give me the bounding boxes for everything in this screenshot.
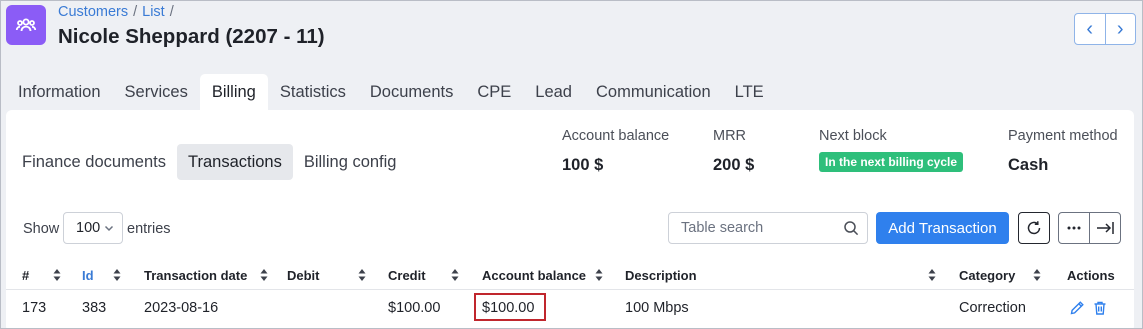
sort-icon[interactable] (928, 268, 936, 286)
export-button[interactable] (1089, 213, 1120, 243)
entries-value: 100 (76, 220, 101, 236)
col-description-header[interactable]: Description (625, 268, 697, 283)
breadcrumb-separator: / (169, 4, 174, 20)
col-id-header[interactable]: Id (82, 268, 94, 283)
tab-lte[interactable]: LTE (723, 74, 776, 110)
edit-icon[interactable] (1069, 300, 1085, 321)
window: Customers / List / Nicole Sheppard (2207 - … (0, 0, 1143, 329)
subtab-transactions[interactable]: Transactions (177, 144, 293, 180)
stat-value: Cash (1008, 156, 1049, 174)
tab-communication[interactable]: Communication (584, 74, 723, 110)
tab-documents[interactable]: Documents (358, 74, 465, 110)
cell-date: 2023-08-16 (144, 300, 219, 316)
cell-balance: $100.00 (482, 300, 535, 316)
sort-icon[interactable] (113, 268, 121, 286)
chevron-down-icon (104, 225, 114, 232)
search-input[interactable]: Table search (668, 212, 868, 244)
tab-statistics[interactable]: Statistics (268, 74, 358, 110)
stat-account-balance: Account balance 100 $ (562, 128, 669, 175)
col-actions-header: Actions (1067, 268, 1115, 283)
stat-label: Next block (819, 128, 887, 144)
col-account-balance-header[interactable]: Account balance (482, 268, 586, 283)
breadcrumb: Customers / List / (58, 4, 179, 20)
billing-panel: Finance documents Transactions Billing c… (6, 110, 1134, 328)
tab-billing[interactable]: Billing (199, 74, 268, 110)
main-tabs: Information Services Billing Statistics … (6, 74, 776, 110)
entries-select[interactable]: 100 (63, 212, 123, 244)
subtab-billing-config[interactable]: Billing config (293, 144, 408, 180)
stat-mrr: MRR 200 $ (713, 128, 754, 175)
record-navigation: ‹ › (1074, 13, 1136, 45)
sort-icon[interactable] (260, 268, 268, 286)
show-label: Show (23, 221, 60, 237)
tab-information[interactable]: Information (6, 74, 113, 110)
sort-icon[interactable] (595, 268, 603, 286)
trash-icon[interactable] (1092, 300, 1108, 321)
tab-lead[interactable]: Lead (523, 74, 584, 110)
table-header: # Id Transaction date Debit Credit Account ba… (6, 260, 1134, 290)
chevron-right-icon[interactable]: › (1104, 14, 1136, 44)
breadcrumb-separator: / (133, 4, 138, 20)
table-actions-group (1058, 212, 1121, 244)
cell-description: 100 Mbps (625, 300, 689, 316)
table-row: 173 383 2023-08-16 $100.00 $100.00 100 Mbps Co… (6, 291, 1134, 325)
more-icon (1067, 226, 1081, 230)
search-placeholder: Table search (681, 220, 764, 236)
stat-value: 100 $ (562, 156, 604, 174)
refresh-button[interactable] (1018, 212, 1050, 244)
entries-label: entries (127, 221, 171, 237)
export-icon (1097, 222, 1114, 234)
search-icon (844, 221, 859, 236)
stat-label: MRR (713, 128, 747, 144)
breadcrumb-list[interactable]: List (142, 4, 165, 20)
status-badge: In the next billing cycle (819, 152, 964, 172)
subtab-finance-documents[interactable]: Finance documents (11, 144, 177, 180)
col-category-header[interactable]: Category (959, 268, 1015, 283)
cell-category: Correction (959, 300, 1026, 316)
customers-icon (6, 5, 46, 45)
col-transaction-date-header[interactable]: Transaction date (144, 268, 247, 283)
stat-value: 200 $ (713, 156, 755, 174)
sort-icon[interactable] (1033, 268, 1041, 286)
billing-subtabs: Finance documents Transactions Billing c… (11, 144, 407, 180)
sort-icon[interactable] (53, 268, 61, 286)
page-title: Nicole Sheppard (2207 - 11) (58, 25, 325, 48)
breadcrumb-customers[interactable]: Customers (58, 4, 128, 20)
chevron-left-icon[interactable]: ‹ (1075, 14, 1105, 44)
col-number-header[interactable]: # (22, 268, 29, 283)
add-transaction-button[interactable]: Add Transaction (876, 212, 1009, 244)
cell-id: 383 (82, 300, 107, 316)
stat-label: Payment method (1008, 128, 1118, 144)
stat-label: Account balance (562, 128, 670, 144)
sort-icon[interactable] (451, 268, 459, 286)
stat-payment-method: Payment method Cash (1008, 128, 1118, 175)
stat-next-block: Next block In the next billing cycle (819, 128, 964, 172)
sort-icon[interactable] (358, 268, 366, 286)
cell-credit: $100.00 (388, 300, 441, 316)
col-debit-header[interactable]: Debit (287, 268, 320, 283)
tab-services[interactable]: Services (113, 74, 200, 110)
more-button[interactable] (1059, 213, 1089, 243)
cell-num: 173 (22, 300, 47, 316)
col-credit-header[interactable]: Credit (388, 268, 426, 283)
refresh-icon (1027, 221, 1041, 235)
tab-cpe[interactable]: CPE (465, 74, 523, 110)
